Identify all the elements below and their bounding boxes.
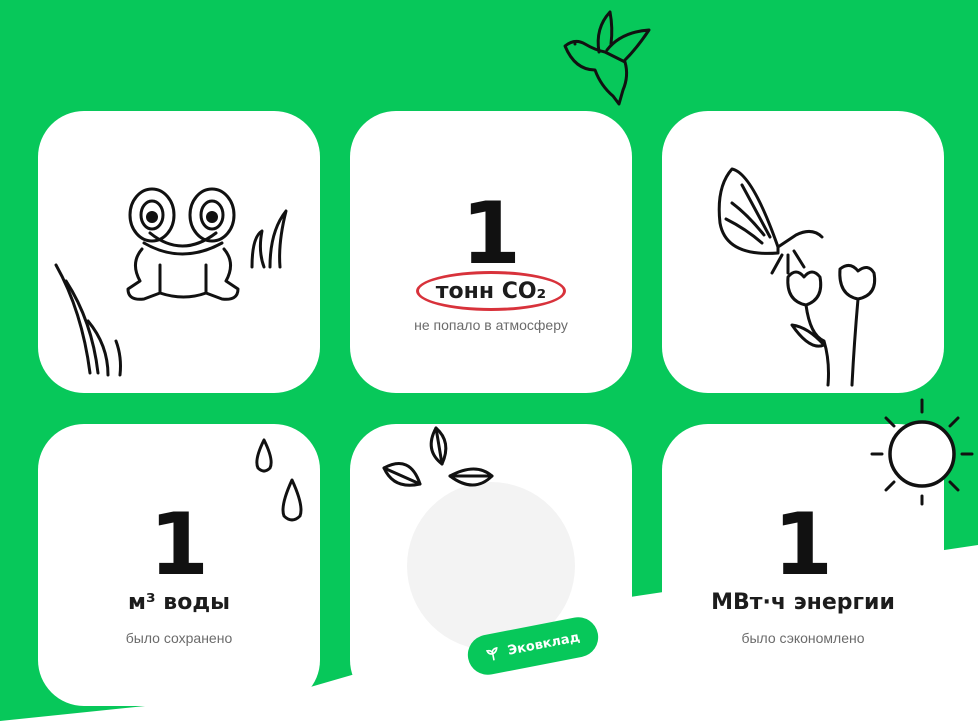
highlight-ring	[416, 271, 566, 311]
water-card: 1 м³ воды было сохранено	[38, 424, 320, 706]
eco-button-label: Эковклад	[506, 629, 582, 659]
grass-small-icon	[250, 209, 288, 269]
water-value: 1	[149, 495, 209, 595]
water-caption: было сохранено	[125, 630, 233, 646]
frog-card	[38, 111, 320, 393]
co2-caption: не попало в атмосферу	[414, 317, 568, 333]
energy-value: 1	[773, 495, 833, 595]
sun-icon	[870, 398, 974, 506]
butterfly-card	[662, 111, 944, 393]
co2-card: 1 тонн CO₂ не попало в атмосферу	[350, 111, 632, 393]
butterfly-icon	[717, 167, 824, 275]
water-drop-icon	[255, 438, 273, 473]
leaves-icon	[382, 426, 494, 487]
energy-unit: МВт·ч энергии	[711, 590, 895, 615]
grass-icon	[54, 263, 122, 377]
co2-value: 1	[461, 184, 521, 284]
energy-caption: было сэкономлено	[741, 630, 865, 646]
water-unit: м³ воды	[128, 590, 230, 615]
frog-icon	[126, 187, 240, 301]
dove-icon	[563, 10, 651, 106]
sprout-icon	[486, 646, 498, 661]
flowers-icon	[786, 264, 877, 387]
